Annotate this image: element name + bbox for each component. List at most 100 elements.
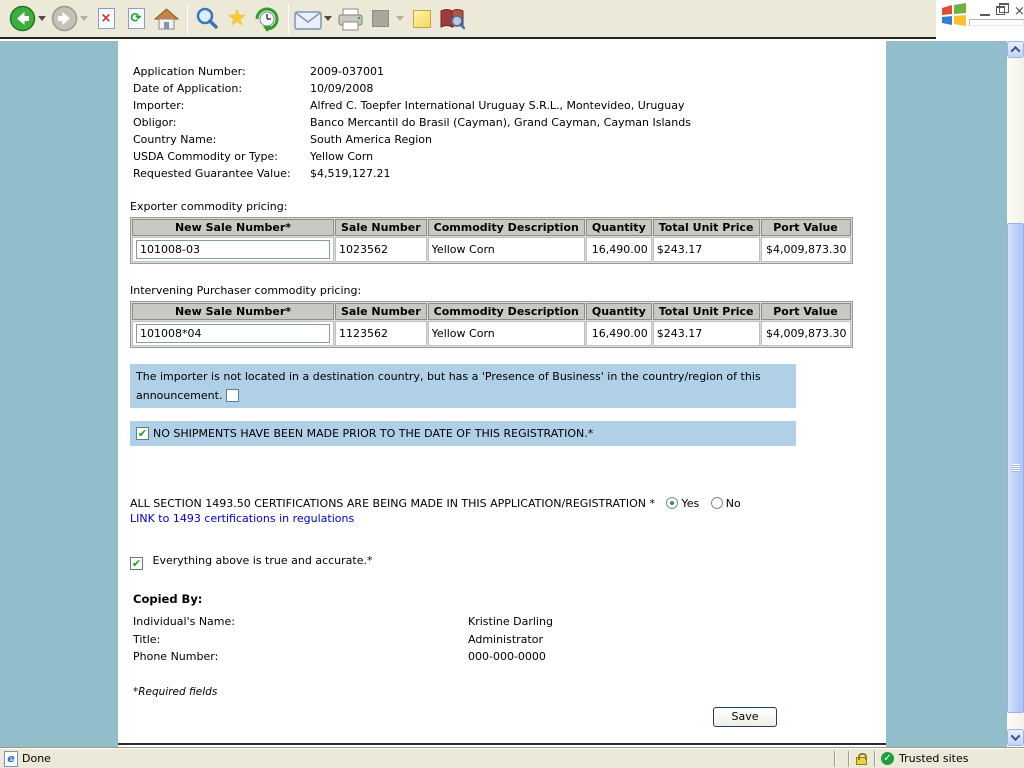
detail-label: Application Number: (133, 65, 246, 78)
detail-row: Requested Guarantee Value: $4,519,127.21 (133, 165, 886, 182)
forward-dropdown-icon[interactable] (80, 16, 88, 21)
application-details: Application Number: 2009-037001 Date of A… (133, 63, 886, 182)
exporter-pricing-title: Exporter commodity pricing: (130, 200, 288, 213)
certifications-yes-radio[interactable] (666, 497, 679, 509)
chevron-down-icon (1010, 731, 1021, 742)
forward-button[interactable] (50, 5, 78, 33)
sale-number-cell: 1023562 (335, 237, 427, 262)
notes-button[interactable] (408, 5, 436, 33)
new-sale-number-input[interactable] (136, 240, 330, 259)
copied-by-row: Title: Administrator (133, 631, 886, 649)
home-icon (153, 7, 179, 29)
sale-number-cell: 1123562 (335, 321, 427, 346)
intervening-pricing-title: Intervening Purchaser commodity pricing: (130, 284, 362, 297)
intervening-pricing-section: Intervening Purchaser commodity pricing:… (118, 284, 886, 348)
notes-icon (413, 9, 431, 28)
minimize-button[interactable] (980, 6, 990, 16)
detail-label: Date of Application: (133, 82, 243, 95)
table-row: 1123562 Yellow Corn 16,490.00 $243.17 $4… (132, 321, 851, 346)
commodity-cell: Yellow Corn (427, 321, 585, 346)
stop-button[interactable]: × (92, 5, 120, 33)
copied-by-label: Title: (133, 632, 161, 646)
column-header: Total Unit Price (652, 303, 760, 320)
ie-page-icon: e (4, 750, 18, 767)
stop-icon: × (97, 8, 115, 29)
accuracy-checkbox[interactable]: ✔ (130, 557, 143, 570)
back-dropdown-icon[interactable] (38, 16, 46, 21)
copied-by-row: Individual's Name: Kristine Darling (133, 613, 886, 631)
no-label: No (725, 497, 741, 510)
save-button[interactable]: Save (713, 706, 777, 727)
research-button[interactable] (438, 5, 466, 33)
favorites-button[interactable]: ★ (223, 5, 251, 33)
research-icon (440, 8, 465, 29)
vertical-scrollbar[interactable] (1007, 41, 1024, 748)
port-value-cell: $4,009,873.30 (760, 237, 851, 262)
zone-text: Trusted sites (899, 752, 969, 765)
close-button[interactable]: × (1014, 5, 1024, 18)
history-icon (255, 7, 279, 32)
detail-value: Banco Mercantil do Brasil (Cayman), Gran… (310, 116, 691, 129)
detail-value: 2009-037001 (310, 65, 384, 78)
status-lock-panel (848, 750, 874, 767)
copied-by-label: Individual's Name: (133, 615, 235, 628)
mail-dropdown-icon[interactable] (324, 16, 332, 21)
yes-label: Yes (681, 497, 700, 510)
history-button[interactable] (253, 5, 281, 33)
detail-row: Obligor: Banco Mercantil do Brasil (Cayma… (133, 114, 886, 131)
status-empty-panel (834, 750, 848, 767)
certifications-regulations-link[interactable]: LINK to 1493 certifications in regulatio… (130, 512, 354, 525)
scroll-down-button[interactable] (1007, 729, 1024, 746)
no-shipments-checkbox[interactable]: ✔ (136, 427, 149, 440)
windows-logo-icon (942, 3, 966, 26)
commodity-cell: Yellow Corn (427, 237, 585, 262)
detail-row: USDA Commodity or Type: Yellow Corn (133, 148, 886, 165)
column-header: New Sale Number* (132, 303, 334, 320)
toolbar-separator (187, 3, 188, 34)
detail-label: Country Name: (133, 133, 217, 146)
presence-checkbox[interactable] (225, 389, 239, 402)
table-row: 1023562 Yellow Corn 16,490.00 $243.17 $4… (132, 237, 851, 262)
column-header: Port Value (760, 219, 851, 236)
browser-viewport: Application Number: 2009-037001 Date of A… (0, 41, 1024, 748)
detail-value: Alfred C. Toepfer International Uruguay … (310, 99, 685, 112)
corner-inset-slot (969, 19, 1024, 26)
window-corner: × (936, 0, 1024, 39)
certifications-section: ALL SECTION 1493.50 CERTIFICATIONS ARE B… (130, 496, 886, 526)
edit-button[interactable] (366, 5, 394, 33)
mail-button[interactable] (294, 5, 322, 33)
padlock-icon (856, 753, 867, 765)
forward-icon (51, 5, 77, 32)
column-header: New Sale Number* (132, 219, 334, 236)
back-button[interactable] (8, 5, 36, 33)
copied-by-value: 000-000-0000 (468, 650, 546, 663)
column-header: Commodity Description (427, 219, 585, 236)
new-sale-number-input[interactable] (136, 324, 330, 343)
detail-value: 10/09/2008 (310, 82, 374, 95)
no-shipments-text: NO SHIPMENTS HAVE BEEN MADE PRIOR TO THE… (153, 427, 594, 440)
port-value-cell: $4,009,873.30 (760, 321, 851, 346)
column-header: Sale Number (335, 219, 427, 236)
column-header: Commodity Description (427, 303, 585, 320)
home-button[interactable] (152, 5, 180, 33)
column-header: Total Unit Price (652, 219, 760, 236)
favorites-star-icon: ★ (227, 5, 247, 31)
no-shipments-notice: ✔ NO SHIPMENTS HAVE BEEN MADE PRIOR TO T… (130, 421, 796, 446)
refresh-button[interactable]: ⟳ (122, 5, 150, 33)
scroll-up-button[interactable] (1007, 41, 1024, 58)
search-button[interactable] (193, 5, 221, 33)
column-header: Quantity (585, 219, 652, 236)
restore-button[interactable] (996, 3, 1009, 15)
toolbar-separator (288, 3, 289, 34)
scrollbar-thumb[interactable] (1007, 223, 1024, 713)
edit-dropdown-icon[interactable] (396, 16, 404, 21)
accuracy-section: ✔ Everything above is true and accurate.… (130, 554, 886, 570)
certifications-statement: ALL SECTION 1493.50 CERTIFICATIONS ARE B… (130, 497, 655, 510)
zone-check-icon: ✓ (881, 752, 894, 765)
quantity-cell: 16,490.00 (585, 321, 652, 346)
certifications-no-radio[interactable] (710, 497, 723, 509)
print-button[interactable] (336, 5, 364, 33)
browser-toolbar: × ⟳ ★ (0, 0, 936, 39)
copied-by-value: Kristine Darling (468, 615, 553, 628)
security-zone-panel: ✓ Trusted sites (874, 750, 1024, 767)
